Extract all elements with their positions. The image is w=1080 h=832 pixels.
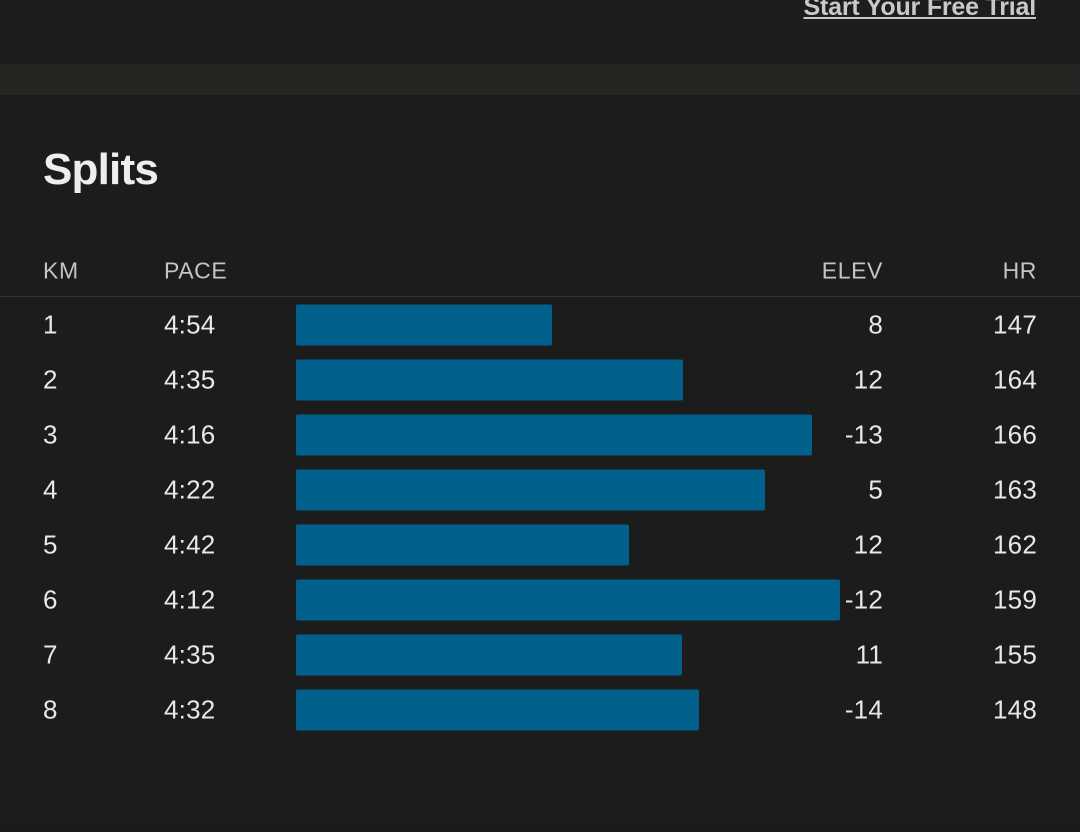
cell-hr: 148 bbox=[993, 694, 1037, 724]
pace-bar-track bbox=[296, 524, 840, 565]
cell-elev: 11 bbox=[855, 639, 883, 669]
cell-pace: 4:35 bbox=[164, 639, 216, 669]
cell-km: 5 bbox=[43, 529, 58, 559]
column-header-pace: PACE bbox=[164, 257, 228, 283]
cell-km: 6 bbox=[43, 584, 58, 614]
table-row: 5 4:42 12 162 bbox=[0, 517, 1080, 572]
table-header-row: KM PACE ELEV HR bbox=[0, 245, 1080, 297]
cell-km: 2 bbox=[43, 364, 58, 394]
column-header-elev: ELEV bbox=[821, 257, 883, 283]
pace-bar-track bbox=[296, 469, 840, 510]
pace-bar bbox=[296, 524, 629, 565]
table-row: 7 4:35 11 155 bbox=[0, 627, 1080, 682]
pace-bar bbox=[296, 304, 552, 345]
page-title: Splits bbox=[43, 145, 159, 194]
cell-pace: 4:16 bbox=[164, 419, 216, 449]
pace-bar-track bbox=[296, 579, 840, 620]
start-free-trial-link[interactable]: Start Your Free Trial bbox=[804, 0, 1037, 23]
table-row: 3 4:16 -13 166 bbox=[0, 407, 1080, 462]
splits-table: KM PACE ELEV HR 1 4:54 8 147 2 4:35 12 164 3 4:16… bbox=[0, 245, 1080, 737]
cell-km: 3 bbox=[43, 419, 58, 449]
column-header-km: KM bbox=[43, 257, 79, 283]
table-body: 1 4:54 8 147 2 4:35 12 164 3 4:16 -13 166 4 4:22 5 163 5… bbox=[0, 297, 1080, 737]
cell-pace: 4:54 bbox=[164, 309, 216, 339]
cell-hr: 163 bbox=[993, 474, 1037, 504]
cell-elev: 12 bbox=[853, 529, 883, 559]
cell-elev: -13 bbox=[844, 419, 883, 449]
cell-hr: 147 bbox=[993, 309, 1037, 339]
cell-pace: 4:32 bbox=[164, 694, 216, 724]
cell-elev: -12 bbox=[844, 584, 883, 614]
splits-section: Splits KM PACE ELEV HR 1 4:54 8 147 2 4:35 12 1… bbox=[0, 97, 1080, 825]
cell-hr: 166 bbox=[993, 419, 1037, 449]
table-row: 4 4:22 5 163 bbox=[0, 462, 1080, 517]
table-row: 6 4:12 -12 159 bbox=[0, 572, 1080, 627]
cell-elev: -14 bbox=[844, 694, 883, 724]
pace-bar bbox=[296, 689, 699, 730]
pace-bar bbox=[296, 469, 766, 510]
pace-bar-track bbox=[296, 634, 840, 675]
cell-km: 8 bbox=[43, 694, 58, 724]
cell-pace: 4:35 bbox=[164, 364, 216, 394]
cell-elev: 5 bbox=[868, 474, 883, 504]
top-navigation-bar: Start Your Free Trial bbox=[0, 0, 1080, 64]
pace-bar-track bbox=[296, 414, 840, 455]
cell-km: 4 bbox=[43, 474, 58, 504]
cell-elev: 12 bbox=[853, 364, 883, 394]
table-row: 8 4:32 -14 148 bbox=[0, 682, 1080, 737]
cell-km: 7 bbox=[43, 639, 58, 669]
table-row: 2 4:35 12 164 bbox=[0, 352, 1080, 407]
pace-bar-track bbox=[296, 359, 840, 400]
pace-bar-track bbox=[296, 304, 840, 345]
cell-elev: 8 bbox=[868, 309, 883, 339]
page-root: Start Your Free Trial Splits KM PACE ELE… bbox=[0, 0, 1080, 832]
pace-bar bbox=[296, 634, 683, 675]
pace-bar bbox=[296, 579, 840, 620]
cell-km: 1 bbox=[43, 309, 58, 339]
cell-hr: 159 bbox=[993, 584, 1037, 614]
cell-hr: 155 bbox=[993, 639, 1037, 669]
column-header-hr: HR bbox=[1002, 257, 1037, 283]
cell-hr: 162 bbox=[993, 529, 1037, 559]
cell-pace: 4:12 bbox=[164, 584, 216, 614]
secondary-nav-strip bbox=[0, 64, 1080, 95]
cell-hr: 164 bbox=[993, 364, 1037, 394]
pace-bar-track bbox=[296, 689, 840, 730]
pace-bar bbox=[296, 359, 684, 400]
table-row: 1 4:54 8 147 bbox=[0, 297, 1080, 352]
cell-pace: 4:42 bbox=[164, 529, 216, 559]
cell-pace: 4:22 bbox=[164, 474, 216, 504]
pace-bar bbox=[296, 414, 813, 455]
